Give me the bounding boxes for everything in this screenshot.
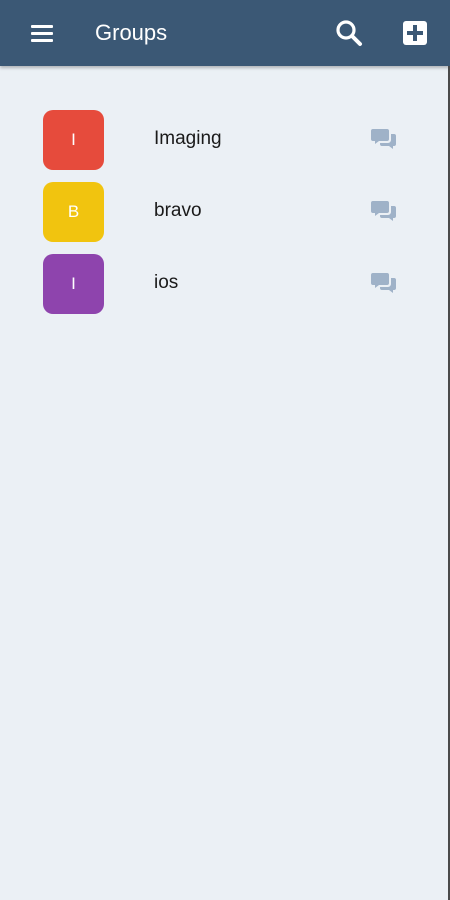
chat-bubbles-icon xyxy=(371,129,396,149)
chat-bubbles-icon xyxy=(371,273,396,293)
group-name: Imaging xyxy=(154,128,222,149)
group-avatar: I xyxy=(43,254,104,314)
group-name: ios xyxy=(154,272,179,293)
app-bar: Groups xyxy=(0,0,450,66)
group-row[interactable]: I Imaging xyxy=(0,110,450,182)
open-chat-button[interactable] xyxy=(371,272,397,294)
page-title: Groups xyxy=(95,20,168,45)
plus-square-icon xyxy=(403,21,427,45)
group-avatar-initial: I xyxy=(71,130,76,149)
open-chat-button[interactable] xyxy=(371,200,397,222)
group-avatar-initial: B xyxy=(67,202,80,221)
group-list: I Imaging B bravo I ios xyxy=(0,110,450,326)
group-name: bravo xyxy=(154,200,202,221)
open-chat-button[interactable] xyxy=(371,128,397,150)
group-row[interactable]: B bravo xyxy=(0,182,450,254)
group-row[interactable]: I ios xyxy=(0,254,450,326)
group-avatar: I xyxy=(43,110,104,170)
group-avatar-initial: I xyxy=(71,274,76,293)
search-button[interactable] xyxy=(334,18,364,48)
add-group-button[interactable] xyxy=(401,19,429,47)
search-icon xyxy=(336,20,362,46)
menu-button[interactable] xyxy=(28,20,56,46)
group-avatar: B xyxy=(43,182,104,242)
chat-bubbles-icon xyxy=(371,201,396,221)
